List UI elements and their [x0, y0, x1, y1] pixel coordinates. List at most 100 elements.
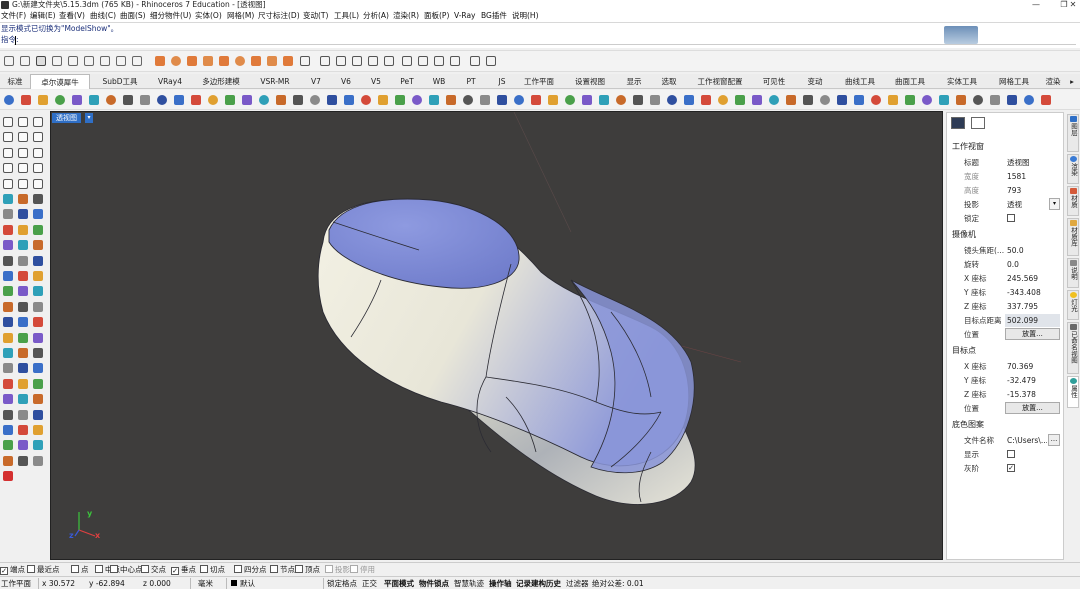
- modeling-tool-icon[interactable]: [3, 471, 13, 482]
- menu-edit[interactable]: 编辑(E): [30, 10, 56, 22]
- tool-icon[interactable]: [327, 95, 337, 105]
- modeling-tool-icon[interactable]: [33, 147, 43, 158]
- osnap-checkbox[interactable]: [234, 565, 242, 573]
- tool-icon[interactable]: [55, 95, 65, 105]
- tool-icon[interactable]: [582, 95, 592, 105]
- modeling-tool-icon[interactable]: [3, 348, 13, 358]
- menu-tools[interactable]: 工具(L): [334, 10, 359, 22]
- modeling-tool-icon[interactable]: [33, 378, 43, 389]
- osnap-checkbox[interactable]: [295, 565, 303, 573]
- tool-icon[interactable]: [310, 95, 320, 105]
- modeling-tool-icon[interactable]: [33, 255, 43, 266]
- modeling-tool-icon[interactable]: [18, 440, 28, 451]
- help-icon[interactable]: [486, 56, 496, 66]
- osnap-checkbox[interactable]: [71, 565, 79, 573]
- modeling-tool-icon[interactable]: [3, 332, 13, 343]
- tool-icon[interactable]: [803, 95, 813, 105]
- tool-icon[interactable]: [769, 95, 779, 105]
- browse-button[interactable]: ...: [1048, 434, 1060, 446]
- modeling-tool-icon[interactable]: [18, 147, 28, 158]
- tool-icon[interactable]: [1041, 95, 1051, 105]
- osnap-project[interactable]: 投影: [325, 564, 350, 575]
- modeling-tool-icon[interactable]: [3, 132, 13, 143]
- modeling-tool-icon[interactable]: [18, 363, 28, 374]
- tab-material-library[interactable]: 材质库: [1067, 218, 1079, 256]
- model-canvas[interactable]: [51, 112, 943, 560]
- modeling-tool-icon[interactable]: [18, 240, 28, 251]
- osnap-checkbox[interactable]: [95, 565, 103, 573]
- modeling-tool-icon[interactable]: [18, 132, 28, 143]
- tool-icon[interactable]: [888, 95, 898, 105]
- osnap-perp[interactable]: ✓ 垂点: [171, 564, 196, 575]
- tool-icon[interactable]: [157, 95, 167, 105]
- modeling-tool-icon[interactable]: [3, 163, 13, 174]
- print-icon[interactable]: [52, 56, 62, 66]
- modeling-tool-icon[interactable]: [18, 348, 28, 358]
- tool-icon[interactable]: [497, 95, 507, 105]
- tool-icon[interactable]: [701, 95, 711, 105]
- modeling-tool-icon[interactable]: [3, 117, 13, 127]
- properties-icon[interactable]: [418, 56, 428, 66]
- prop-lens-value[interactable]: 50.0: [1005, 244, 1060, 257]
- menu-analyze[interactable]: 分析(A): [363, 10, 389, 22]
- tool-icon[interactable]: [72, 95, 82, 105]
- new-file-icon[interactable]: [4, 56, 14, 66]
- cut-icon[interactable]: [100, 56, 110, 66]
- modeling-tool-icon[interactable]: [3, 178, 13, 189]
- tool-icon[interactable]: [259, 95, 269, 105]
- modeling-tool-icon[interactable]: [33, 194, 43, 204]
- tool-icon[interactable]: [446, 95, 456, 105]
- modeling-tool-icon[interactable]: [18, 455, 28, 466]
- tool-icon[interactable]: [378, 95, 388, 105]
- osnap-checkbox[interactable]: [270, 565, 278, 573]
- tool-icon[interactable]: [344, 95, 354, 105]
- modeling-tool-icon[interactable]: [3, 409, 13, 420]
- zoom-window-icon[interactable]: [203, 56, 213, 66]
- tool-icon[interactable]: [531, 95, 541, 105]
- options-icon[interactable]: [470, 56, 480, 66]
- modeling-tool-icon[interactable]: [3, 394, 13, 405]
- status-record-history[interactable]: 记录建构历史: [516, 577, 561, 589]
- osnap-checkbox[interactable]: [141, 565, 149, 573]
- tool-icon[interactable]: [106, 95, 116, 105]
- osnap-checkbox[interactable]: [200, 565, 208, 573]
- viewport-menu-arrow-icon[interactable]: ▾: [85, 113, 93, 123]
- status-osnap[interactable]: 物件锁点: [419, 577, 449, 589]
- tab-pet[interactable]: PeT: [392, 74, 422, 89]
- tool-icon[interactable]: [973, 95, 983, 105]
- modeling-tool-icon[interactable]: [18, 271, 28, 281]
- modeling-tool-icon[interactable]: [33, 132, 43, 143]
- tab-named-views[interactable]: 已命名视图: [1067, 322, 1079, 374]
- status-smarttrack[interactable]: 智慧轨迹: [454, 577, 484, 589]
- status-planar[interactable]: 平面模式: [384, 577, 414, 589]
- prop-filename-value[interactable]: C:\Users\...: [1005, 434, 1047, 447]
- osnap-point[interactable]: 点: [71, 564, 89, 575]
- tool-icon[interactable]: [89, 95, 99, 105]
- modeling-tool-icon[interactable]: [33, 163, 43, 174]
- import-icon[interactable]: [68, 56, 78, 66]
- tab-properties[interactable]: 属性: [1067, 376, 1079, 408]
- modeling-tool-icon[interactable]: [3, 224, 13, 235]
- modeling-tool-icon[interactable]: [18, 317, 28, 328]
- tool-icon[interactable]: [225, 95, 235, 105]
- export-icon[interactable]: [84, 56, 94, 66]
- pan-icon[interactable]: [155, 56, 165, 66]
- tool-icon[interactable]: [1024, 95, 1034, 105]
- menu-mesh[interactable]: 网格(M): [227, 10, 254, 22]
- tool-icon[interactable]: [735, 95, 745, 105]
- tool-icon[interactable]: [905, 95, 915, 105]
- tool-icon[interactable]: [480, 95, 490, 105]
- modeling-tool-icon[interactable]: [33, 409, 43, 420]
- menu-curve[interactable]: 曲线(C): [90, 10, 116, 22]
- menu-transform[interactable]: 变动(T): [303, 10, 328, 22]
- grayscale-checkbox[interactable]: ✓: [1007, 464, 1015, 472]
- tool-icon[interactable]: [463, 95, 473, 105]
- prop-target-y-value[interactable]: -32.479: [1005, 374, 1060, 387]
- modeling-tool-icon[interactable]: [18, 425, 28, 435]
- modeling-tool-icon[interactable]: [18, 409, 28, 420]
- modeling-tool-icon[interactable]: [3, 209, 13, 220]
- osnap-intersection[interactable]: 交点: [141, 564, 166, 575]
- tab-surface-tools[interactable]: 曲面工具: [888, 74, 932, 89]
- modeling-tool-icon[interactable]: [3, 286, 13, 297]
- prop-camera-x-value[interactable]: 245.569: [1005, 272, 1060, 285]
